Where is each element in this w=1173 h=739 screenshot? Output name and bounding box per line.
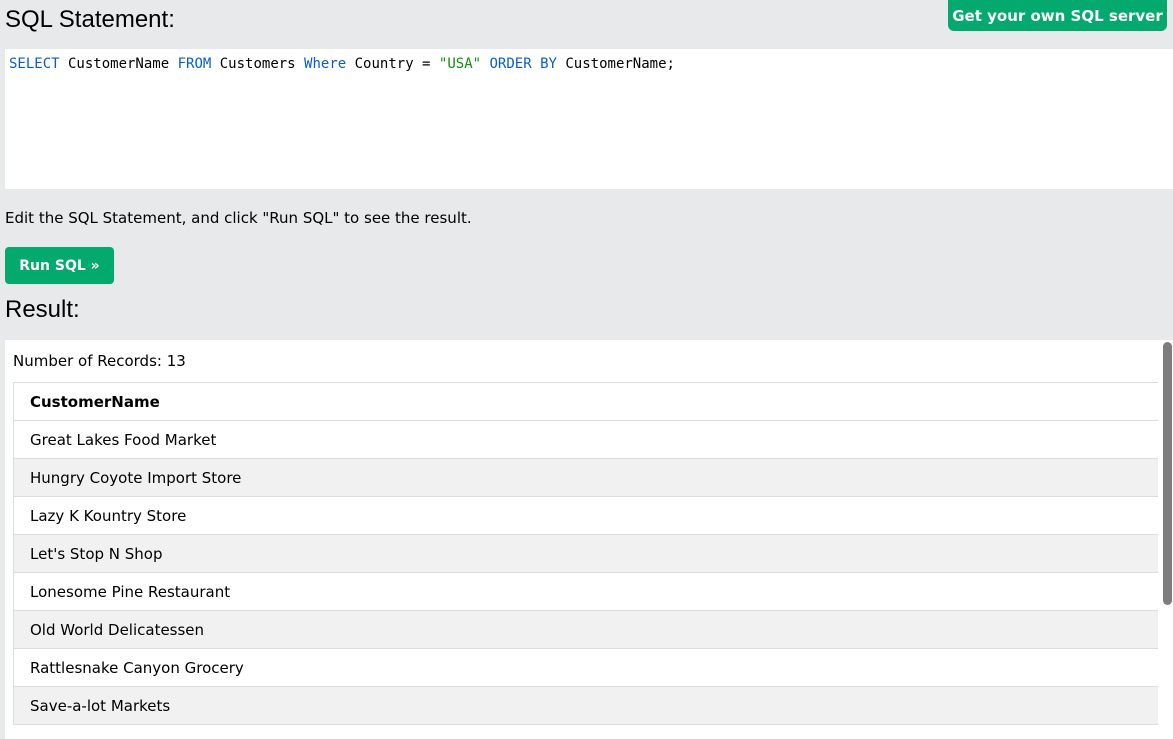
table-row: Great Lakes Food Market: [13, 420, 1158, 459]
customer-name-cell: Save-a-lot Markets: [13, 686, 1158, 725]
customer-name-cell: Great Lakes Food Market: [13, 420, 1158, 459]
column-header-customername: CustomerName: [13, 382, 1158, 421]
table-row: Hungry Coyote Import Store: [13, 458, 1158, 497]
result-rows: Great Lakes Food Market Hungry Coyote Imp…: [13, 420, 1158, 725]
result-pane: Number of Records: 13 CustomerName Great…: [5, 340, 1173, 739]
get-sql-server-button[interactable]: Get your own SQL server: [948, 0, 1167, 31]
customer-name-cell: Rattlesnake Canyon Grocery: [13, 648, 1158, 687]
sql-keyword: FROM: [177, 56, 212, 72]
table-row: Rattlesnake Canyon Grocery: [13, 648, 1158, 687]
result-title: Result:: [5, 296, 80, 323]
table-row: Lazy K Kountry Store: [13, 496, 1158, 535]
customer-name-cell: Old World Delicatessen: [13, 610, 1158, 649]
sql-statement-title: SQL Statement:: [5, 6, 175, 33]
record-count: Number of Records: 13: [13, 352, 186, 370]
table-header-row: CustomerName: [13, 382, 1158, 421]
table-row: Let's Stop N Shop: [13, 534, 1158, 573]
sql-text: CustomerName: [59, 56, 178, 72]
sql-keyword: SELECT: [9, 56, 60, 72]
table-row: Save-a-lot Markets: [13, 686, 1158, 725]
sql-text: Country =: [346, 56, 439, 72]
result-table: CustomerName Great Lakes Food Market Hung…: [13, 382, 1158, 725]
table-row: Old World Delicatessen: [13, 610, 1158, 649]
instruction-text: Edit the SQL Statement, and click "Run S…: [5, 209, 472, 227]
sql-text: Customers: [211, 56, 305, 72]
result-scrollbar[interactable]: [1161, 340, 1173, 739]
sql-keyword: Where: [304, 56, 347, 72]
sql-keyword: ORDER BY: [489, 56, 557, 72]
table-row: Lonesome Pine Restaurant: [13, 572, 1158, 611]
customer-name-cell: Let's Stop N Shop: [13, 534, 1158, 573]
sql-string: "USA": [438, 56, 482, 72]
scrollbar-thumb[interactable]: [1163, 342, 1172, 605]
sql-text: CustomerName;: [556, 56, 675, 72]
run-sql-button[interactable]: Run SQL »: [5, 247, 114, 284]
sql-tryit-page: SQL Statement: Get your own SQL server S…: [0, 0, 1173, 739]
customer-name-cell: Hungry Coyote Import Store: [13, 458, 1158, 497]
sql-editor[interactable]: SELECT CustomerName FROM Customers Where…: [5, 49, 1173, 189]
customer-name-cell: Lonesome Pine Restaurant: [13, 572, 1158, 611]
customer-name-cell: Lazy K Kountry Store: [13, 496, 1158, 535]
